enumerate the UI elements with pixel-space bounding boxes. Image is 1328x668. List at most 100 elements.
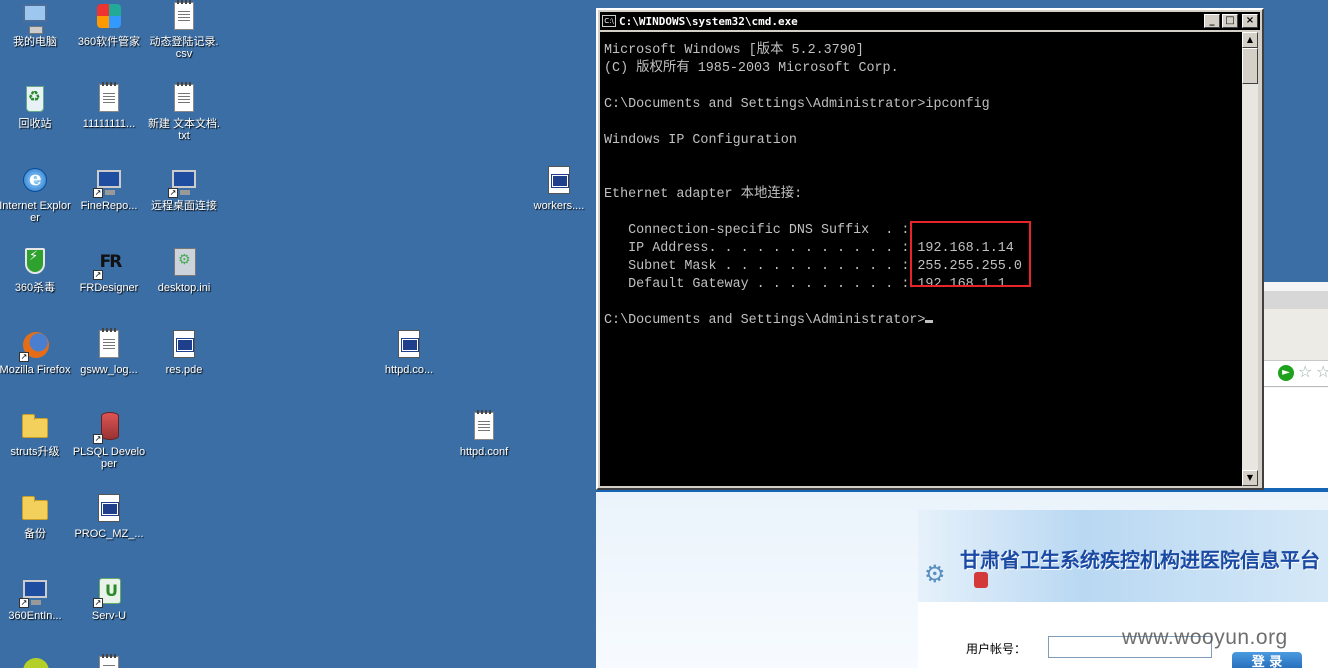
desktop-icon-label: desktop.ini bbox=[157, 282, 211, 294]
desktop-icon-label: 新建 文本文档.txt bbox=[147, 118, 221, 142]
console-line: Microsoft Windows [版本 5.2.3790] bbox=[604, 43, 864, 58]
console-prompt-line: C:\Documents and Settings\Administrator> bbox=[604, 312, 934, 330]
console-line: Ethernet adapter 本地连接: bbox=[604, 187, 803, 202]
desktop-icon-label: 360软件管家 bbox=[77, 36, 141, 48]
internet-explorer-icon bbox=[19, 166, 51, 198]
text-file-icon bbox=[93, 654, 125, 668]
desktop-icon-struts-folder[interactable]: struts升级 bbox=[0, 412, 72, 458]
desktop-icon-csv-file[interactable]: 动态登陆记录.csv bbox=[147, 0, 221, 60]
folder-icon bbox=[19, 412, 51, 444]
desktop-icon-backup-folder[interactable]: 备份 bbox=[0, 494, 72, 540]
config-file-icon bbox=[93, 494, 125, 526]
desktop-icon-finereport[interactable]: ↗ FineRepo... bbox=[72, 166, 146, 212]
desktop-icon-label: 远程桌面连接 bbox=[151, 200, 217, 212]
desktop-icon-res-pde[interactable]: res.pde bbox=[147, 330, 221, 376]
frdesigner-icon: ↗ bbox=[93, 248, 125, 280]
desktop-icon-gsww-log[interactable]: gsww_log... bbox=[72, 328, 146, 376]
gear-icon: ⚙ bbox=[924, 560, 946, 588]
text-file-icon bbox=[93, 328, 125, 362]
cmd-title: C:\WINDOWS\system32\cmd.exe bbox=[619, 14, 798, 28]
maximize-button[interactable]: □ bbox=[1222, 14, 1238, 28]
desktop-icon-label: res.pde bbox=[165, 364, 203, 376]
recycle-bin-icon bbox=[19, 84, 51, 116]
go-icon[interactable]: ► bbox=[1278, 365, 1294, 381]
desktop-icon-label: 备份 bbox=[24, 528, 46, 540]
desktop-icon-workers[interactable]: workers.... bbox=[522, 166, 596, 212]
desktop-icon-label: Internet Explorer bbox=[0, 200, 71, 224]
desktop-icon-remote-desktop[interactable]: ↗ 远程桌面连接 bbox=[147, 166, 221, 212]
desktop-icon-text-file[interactable]: 11111111... bbox=[72, 82, 146, 130]
desktop-icon-label: 我的电脑 bbox=[13, 36, 57, 48]
desktop-icon-label: 动态登陆记录.csv bbox=[149, 36, 219, 60]
remote-desktop-icon: ↗ bbox=[168, 166, 200, 198]
360-enterprise-icon: ↗ bbox=[19, 576, 51, 608]
desktop-icon-firefox[interactable]: ↗ Mozilla Firefox bbox=[0, 330, 72, 376]
desktop-icon-httpd-conf[interactable]: httpd.conf bbox=[447, 410, 521, 458]
close-button[interactable]: × bbox=[1242, 14, 1258, 28]
desktop-icon-label: Serv-U bbox=[91, 610, 127, 622]
finereport-icon: ↗ bbox=[93, 166, 125, 198]
desktop-icon-partial[interactable] bbox=[0, 652, 72, 668]
highlight-box bbox=[910, 221, 1031, 287]
desktop-icon-360-enterprise[interactable]: ↗ 360EntIn... bbox=[0, 576, 72, 622]
desktop-icon-internet-explorer[interactable]: Internet Explorer bbox=[0, 166, 72, 224]
desktop: 我的电脑 360软件管家 动态登陆记录.csv 回收站 11111111... … bbox=[0, 0, 596, 668]
desktop-icon-label: struts升级 bbox=[10, 446, 60, 458]
ini-file-icon bbox=[168, 248, 200, 280]
desktop-icon-label: httpd.conf bbox=[459, 446, 509, 458]
scroll-up-arrow-icon[interactable]: ▲ bbox=[1242, 32, 1258, 48]
desktop-icon-label: httpd.co... bbox=[384, 364, 434, 376]
favorite-star-icon[interactable]: ☆ bbox=[1298, 362, 1312, 381]
text-file-icon bbox=[168, 82, 200, 116]
text-cursor bbox=[925, 320, 934, 323]
scrollbar-thumb[interactable] bbox=[1242, 48, 1258, 84]
desktop-icon-new-text-doc[interactable]: 新建 文本文档.txt bbox=[147, 82, 221, 142]
my-computer-icon bbox=[19, 2, 51, 34]
browser-toolbar bbox=[1264, 309, 1328, 361]
desktop-icon-360-software-manager[interactable]: 360软件管家 bbox=[72, 2, 146, 48]
console-line: Connection-specific DNS Suffix . : bbox=[604, 223, 910, 238]
desktop-icon-recycle-bin[interactable]: 回收站 bbox=[0, 84, 72, 130]
desktop-icon-plsql-developer[interactable]: ↗ PLSQL Developer bbox=[72, 412, 146, 470]
desktop-icon-360-antivirus[interactable]: 360杀毒 bbox=[0, 248, 72, 294]
desktop-icon-desktop-ini[interactable]: desktop.ini bbox=[147, 248, 221, 294]
desktop-icon-serv-u[interactable]: ↗ Serv-U bbox=[72, 576, 146, 622]
desktop-icon-label: Mozilla Firefox bbox=[0, 364, 71, 376]
scroll-down-arrow-icon[interactable]: ▼ bbox=[1242, 470, 1258, 486]
plsql-developer-icon: ↗ bbox=[93, 412, 125, 444]
desktop-icon-label: PLSQL Developer bbox=[72, 446, 146, 470]
csv-file-icon bbox=[168, 0, 200, 34]
folder-icon bbox=[19, 494, 51, 526]
desktop-icon-httpd-co[interactable]: httpd.co... bbox=[372, 330, 446, 376]
console-line: (C) 版权所有 1985-2003 Microsoft Corp. bbox=[604, 61, 899, 76]
firefox-icon: ↗ bbox=[19, 330, 51, 362]
desktop-icon-frdesigner[interactable]: ↗ FRDesigner bbox=[72, 248, 146, 294]
desktop-icon-proc-mz[interactable]: PROC_MZ_... bbox=[72, 494, 146, 540]
watermark: www.wooyun.org bbox=[1122, 626, 1288, 649]
minimize-button[interactable]: _ bbox=[1204, 14, 1220, 28]
desktop-icon-label: FineRepo... bbox=[80, 200, 138, 212]
properties-file-icon bbox=[543, 166, 575, 198]
browser-page bbox=[1264, 388, 1328, 488]
desktop-icon-label: FRDesigner bbox=[79, 282, 139, 294]
login-button[interactable]: 登 录 bbox=[1232, 652, 1302, 668]
desktop-icon-label: 11111111... bbox=[82, 118, 136, 130]
portal-title: 甘肃省卫生系统疾控机构进医院信息平台 bbox=[960, 548, 1320, 572]
desktop-icon-label: 360EntIn... bbox=[8, 610, 62, 622]
desktop-icon-my-computer[interactable]: 我的电脑 bbox=[0, 2, 72, 48]
console-line: Windows IP Configuration bbox=[604, 133, 797, 148]
portal-banner: ⚙ 甘肃省卫生系统疾控机构进医院信息平台 bbox=[918, 510, 1328, 602]
browser-address-bar[interactable]: ► ☆ ☆ bbox=[1264, 361, 1328, 387]
favorite-star-icon[interactable]: ☆ bbox=[1316, 362, 1328, 381]
browser-tab-strip bbox=[1264, 291, 1328, 309]
cmd-icon: C:\ bbox=[602, 15, 616, 27]
desktop-icon-label: 回收站 bbox=[18, 118, 52, 130]
text-file-icon bbox=[93, 82, 125, 116]
config-file-icon bbox=[393, 330, 425, 362]
desktop-icon-label: PROC_MZ_... bbox=[74, 528, 144, 540]
username-label: 用户帐号： bbox=[966, 642, 1027, 656]
cmd-titlebar[interactable]: C:\ C:\WINDOWS\system32\cmd.exe _ □ × bbox=[600, 12, 1260, 30]
console-line: C:\Documents and Settings\Administrator>… bbox=[604, 97, 990, 112]
desktop-icon-partial-file[interactable] bbox=[72, 654, 146, 668]
vertical-scrollbar[interactable]: ▲ ▼ bbox=[1242, 32, 1258, 486]
